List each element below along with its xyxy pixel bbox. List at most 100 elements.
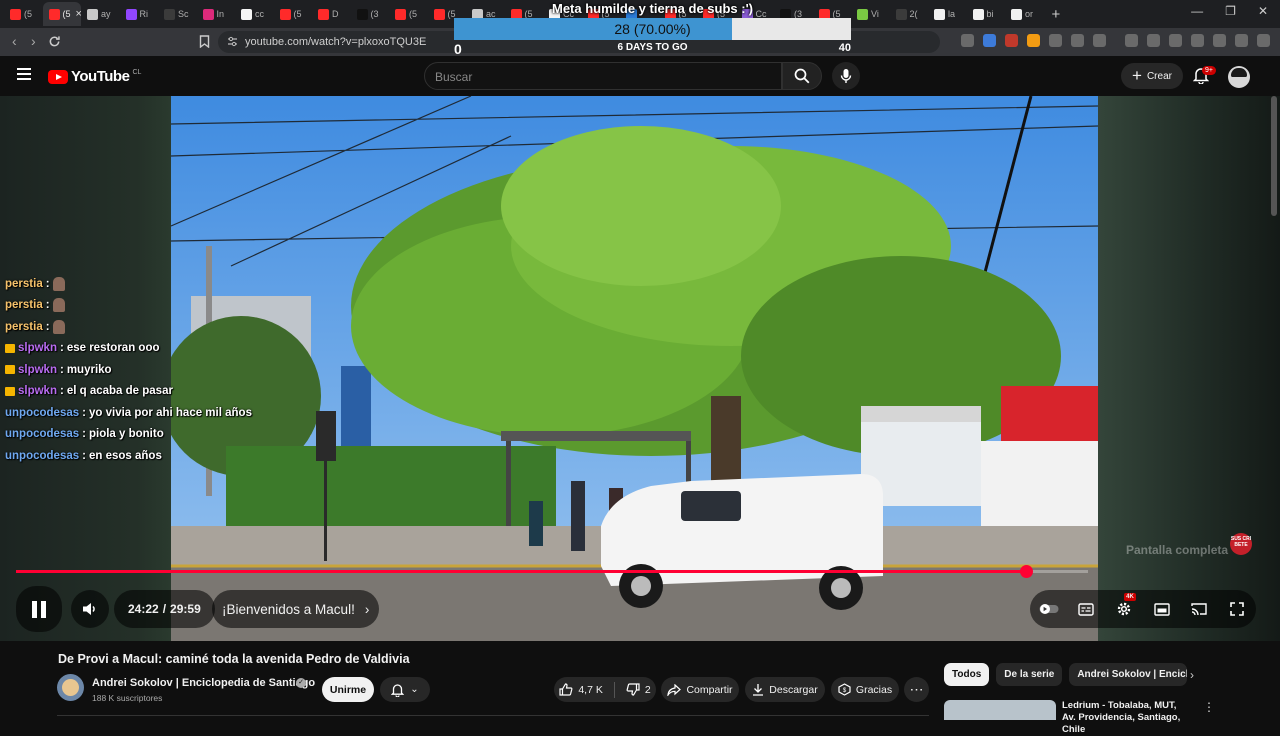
sidebar-icon[interactable]	[1147, 34, 1160, 47]
tab-label: 2(	[909, 9, 918, 19]
subscriber-badge-icon	[5, 386, 15, 396]
browser-tab[interactable]: bi	[967, 2, 1006, 26]
pause-button[interactable]	[16, 586, 62, 632]
plus-icon: +	[1132, 66, 1142, 85]
back-icon[interactable]: ‹	[12, 33, 17, 49]
new-tab-button[interactable]: +	[1052, 6, 1061, 23]
close-window-icon[interactable]: ✕	[1258, 4, 1268, 18]
site-info-icon[interactable]	[227, 36, 238, 47]
subtitles-icon	[1078, 602, 1095, 616]
browser-tab[interactable]: ay	[81, 2, 120, 26]
channel-avatar[interactable]	[57, 674, 84, 701]
leo-icon[interactable]	[1191, 34, 1204, 47]
menu-icon[interactable]	[17, 68, 31, 83]
tab-label: la	[948, 9, 956, 19]
extension-icon[interactable]	[1093, 34, 1106, 47]
browser-tab[interactable]: (5	[274, 2, 313, 26]
filter-chip[interactable]: Todos	[944, 663, 990, 686]
media-icon[interactable]	[1125, 34, 1138, 47]
browser-tab[interactable]: (5	[4, 2, 43, 26]
recommendation-menu-icon[interactable]: ⋮	[1203, 700, 1215, 714]
tab-label: (5	[62, 9, 71, 19]
browser-tab[interactable]: In	[197, 2, 236, 26]
minimize-icon[interactable]: —	[1191, 4, 1203, 18]
fullscreen-button[interactable]	[1227, 599, 1247, 619]
tab-favicon-icon	[857, 8, 868, 20]
settings-button[interactable]: 4K	[1114, 593, 1136, 619]
page-scrollbar[interactable]	[1271, 96, 1277, 216]
browser-tab[interactable]: 2(	[890, 2, 929, 26]
chat-username: unpocodesas	[5, 449, 80, 462]
subscriber-badge-icon	[5, 365, 15, 375]
browser-tab[interactable]: (5	[389, 2, 428, 26]
browser-tab[interactable]: or	[1005, 2, 1044, 26]
menu-icon[interactable]	[1257, 34, 1270, 47]
filter-chip[interactable]: Andrei Sokolov | Enciclopedia	[1069, 663, 1188, 686]
youtube-logo[interactable]: YouTube CL	[48, 68, 141, 85]
search-input[interactable]: Buscar	[424, 62, 782, 90]
subtitles-button[interactable]	[1076, 599, 1096, 619]
miniplayer-button[interactable]	[1152, 599, 1172, 619]
download-button[interactable]: Descargar	[745, 677, 825, 702]
recommendation-title[interactable]: Ledrium - Tobalaba, MUT, Av. Providencia…	[1062, 700, 1190, 736]
chat-message: unpocodesas : en esos años	[5, 445, 245, 467]
chat-username: unpocodesas	[5, 406, 80, 419]
wallet-icon[interactable]	[1169, 34, 1182, 47]
search-button[interactable]	[782, 62, 822, 90]
account-avatar[interactable]	[1228, 66, 1250, 88]
subscribe-sticker: SUS CRI BETE	[1230, 533, 1252, 555]
share-button[interactable]: Compartir	[661, 677, 739, 702]
miniplayer-icon	[1154, 602, 1170, 616]
browser-tab[interactable]: (5 ×	[42, 2, 81, 26]
microphone-icon	[840, 69, 852, 83]
forward-icon[interactable]: ›	[31, 33, 36, 49]
browser-tab[interactable]: (3	[351, 2, 390, 26]
browser-tab[interactable]: Sc	[158, 2, 197, 26]
vpn-icon[interactable]	[1213, 34, 1226, 47]
tab-favicon-icon	[87, 8, 98, 20]
reload-icon[interactable]	[48, 35, 61, 48]
thanks-button[interactable]: $ Gracias	[831, 677, 899, 702]
chat-username: slpwkn	[18, 363, 57, 376]
chapter-button[interactable]: ¡Bienvenidos a Macul! ›	[212, 590, 380, 628]
browser-tab[interactable]: cc	[235, 2, 274, 26]
browser-tab[interactable]: la	[928, 2, 967, 26]
dislike-button[interactable]: 2	[626, 683, 651, 696]
chat-username: perstia	[5, 299, 43, 312]
extension-icon[interactable]	[1049, 34, 1062, 47]
filter-chip[interactable]: De la serie	[996, 663, 1063, 686]
recommendation-thumbnail[interactable]	[944, 700, 1056, 720]
channel-name[interactable]: Andrei Sokolov | Enciclopedia de Santiag…	[92, 677, 315, 689]
create-button[interactable]: + Crear	[1121, 63, 1183, 89]
volume-button[interactable]	[71, 590, 109, 628]
chat-colon: :	[45, 277, 50, 290]
extension-icon[interactable]	[1027, 34, 1040, 47]
video-frame[interactable]	[171, 96, 1098, 641]
bookmark-icon[interactable]	[199, 35, 210, 48]
player-right-controls: 4K	[1030, 590, 1256, 628]
progress-bar[interactable]	[16, 570, 1088, 573]
more-actions-button[interactable]: ⋯	[904, 677, 929, 702]
restore-icon[interactable]: ❐	[1225, 4, 1236, 18]
browser-tab[interactable]: Vi	[851, 2, 890, 26]
voice-search-button[interactable]	[832, 62, 860, 90]
youtube-header: YouTube CL Buscar + Crear 9+	[0, 56, 1280, 96]
extension-icon[interactable]	[983, 34, 996, 47]
join-button[interactable]: Unirme	[322, 677, 374, 702]
chat-text: en esos años	[88, 449, 162, 462]
extension-icon[interactable]	[1071, 34, 1084, 47]
subscription-bell-button[interactable]: ⌄	[380, 677, 430, 702]
browser-tab[interactable]: D	[312, 2, 351, 26]
extension-icon[interactable]	[1005, 34, 1018, 47]
tab-label: Ri	[139, 9, 149, 19]
cast-button[interactable]	[1189, 599, 1209, 619]
downloads-icon[interactable]	[1235, 34, 1248, 47]
browser-tab[interactable]: Ri	[120, 2, 159, 26]
download-icon	[753, 684, 764, 696]
video-player[interactable]: perstia : perstia : perstia : slpwkn : ese r…	[0, 96, 1280, 641]
extension-icon[interactable]	[961, 34, 974, 47]
autoplay-toggle[interactable]	[1039, 599, 1059, 619]
like-button[interactable]: 4,7 K	[559, 683, 603, 696]
chevron-right-icon[interactable]: ›	[1190, 668, 1194, 682]
quality-badge: 4K	[1124, 593, 1136, 601]
